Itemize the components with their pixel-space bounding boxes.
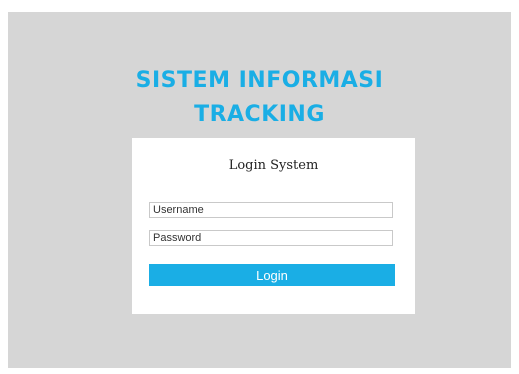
app-title-line-2: TRACKING: [194, 102, 325, 127]
login-card: Login System Login: [132, 138, 415, 314]
password-input[interactable]: [149, 230, 393, 246]
username-input[interactable]: [149, 202, 393, 218]
app-title: SISTEM INFORMASI TRACKING: [8, 64, 511, 132]
app-title-line-1: SISTEM INFORMASI: [135, 68, 384, 93]
login-button[interactable]: Login: [149, 264, 395, 286]
page-background: SISTEM INFORMASI TRACKING Login System L…: [8, 12, 511, 368]
login-heading: Login System: [228, 158, 319, 173]
